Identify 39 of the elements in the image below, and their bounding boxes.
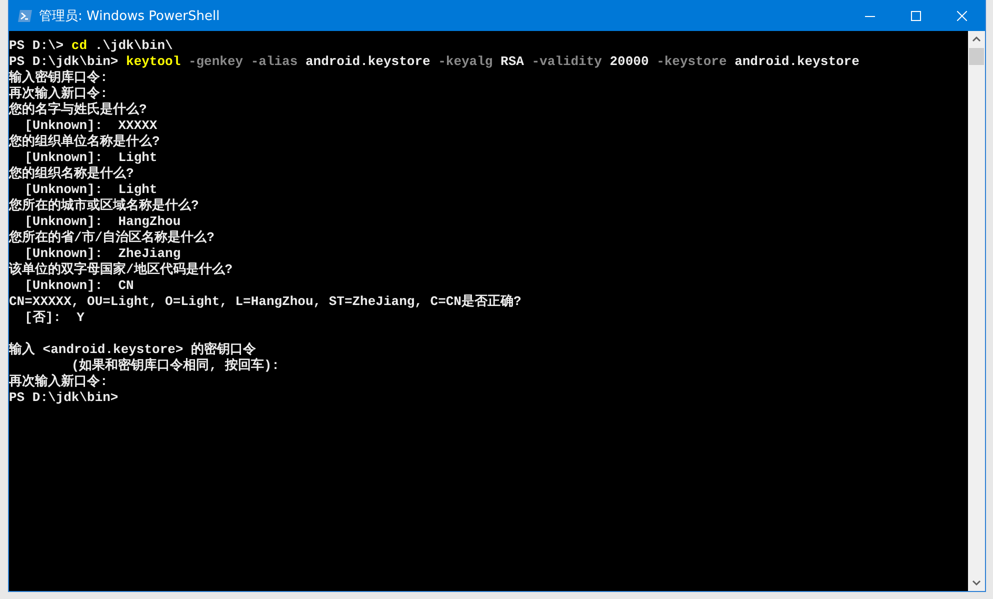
console-text: PS D:\> [9,38,65,53]
console-text: [否]: Y [24,310,84,325]
console-text: .\jdk\bin\ [94,38,173,53]
command-parameter: -keyalg [437,54,493,69]
console-text: 您的名字与姓氏是什么? [9,102,147,117]
powershell-icon [17,8,33,24]
console-text: android.keystore [734,54,860,69]
console-text: PS D:\jdk\bin> [9,390,118,405]
console-text: (如果和密钥库口令相同, 按回车): [70,358,280,373]
window-title: 管理员: Windows PowerShell [39,8,220,24]
console-text: RSA [500,54,524,69]
console-text: [Unknown]: Light [24,182,158,197]
maximize-icon [911,10,921,20]
console-text: 再次输入新口令: [9,374,108,389]
console-text: PS D:\jdk\bin> [9,54,120,69]
command-name: cd [71,38,88,53]
console-text: 再次输入新口令: [9,86,108,101]
console-text: 输入 <android.keystore> 的密钥口令 [9,342,256,357]
console-text: 20000 [608,54,649,69]
console-text: android.keystore [304,54,430,69]
console-text: 您的组织单位名称是什么? [9,134,160,149]
close-icon [957,10,967,20]
console-text: [Unknown]: HangZhou [24,214,181,229]
console-text: 该单位的双字母国家/地区代码是什么? [9,262,233,277]
console-text: 输入密钥库口令: [9,70,108,85]
scrollbar[interactable] [968,31,985,591]
console-text: 您所在的城市或区域名称是什么? [9,198,199,213]
command-parameter: -keystore [656,54,727,69]
console-text: [Unknown]: CN [24,278,134,293]
console-text: [Unknown]: XXXXX [24,118,158,133]
console-text: [Unknown]: ZheJiang [24,246,181,261]
console-text: 您所在的省/市/自治区名称是什么? [9,230,214,245]
console-text: 您的组织名称是什么? [9,166,134,181]
console-text: CN=XXXXX, OU=Light, O=Light, L=HangZhou, ST=ZheJiang, C=CN是否正确? [9,294,522,309]
scrollbar-thumb[interactable] [969,48,984,65]
command-parameter: -genkey -alias [187,54,298,69]
command-name: keytool [126,54,181,69]
console-text: [Unknown]: Light [24,150,158,165]
command-parameter: -validity [530,54,602,69]
